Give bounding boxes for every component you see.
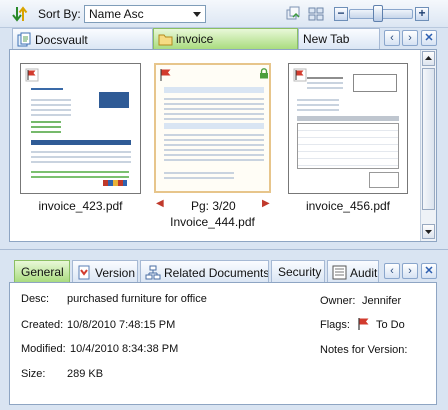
- page-preview-text: [307, 74, 343, 92]
- page-preview-box: [353, 74, 397, 92]
- document-details-pane: Desc: purchased furniture for office Cre…: [9, 282, 437, 405]
- thumbnail-view-icon[interactable]: [284, 5, 302, 23]
- tab-label: Related Documents: [164, 266, 269, 280]
- zoom-slider-handle[interactable]: [373, 5, 384, 22]
- next-page-button[interactable]: ▶: [262, 198, 270, 209]
- desc-label: Desc:: [21, 293, 50, 305]
- thumbnail-caption: invoice_423.pdf: [38, 199, 123, 213]
- pdf-flag-icon: [158, 68, 174, 85]
- tab-new[interactable]: New Tab: [298, 28, 380, 49]
- close-panel-button[interactable]: ✕: [421, 263, 437, 279]
- owner-value: Jennifer: [362, 295, 402, 307]
- tab-label: invoice: [176, 32, 214, 46]
- page-preview-block: [99, 92, 129, 108]
- tab-scroll-right-button[interactable]: ›: [402, 30, 418, 46]
- modified-value: 10/4/2010 8:34:38 PM: [70, 343, 179, 355]
- sort-order-icon[interactable]: [11, 5, 29, 23]
- payment-logos: [103, 180, 127, 186]
- tab-invoice[interactable]: invoice: [153, 28, 298, 49]
- modified-label: Modified:: [21, 343, 66, 355]
- lock-icon: [259, 68, 269, 82]
- page-preview-header: [164, 123, 264, 129]
- thumbnail-invoice-423[interactable]: [20, 63, 141, 194]
- related-documents-icon: [145, 265, 161, 282]
- scroll-up-button[interactable]: [422, 51, 435, 66]
- sort-by-select[interactable]: Name Asc: [84, 5, 206, 23]
- thumbnail-caption: Invoice_444.pdf: [170, 215, 255, 229]
- tab-docsvault[interactable]: Docsvault: [12, 28, 153, 49]
- tab-version[interactable]: Version: [72, 260, 138, 282]
- scroll-down-button[interactable]: [422, 224, 435, 239]
- page-preview-text: [31, 148, 131, 166]
- page-preview-line: [31, 88, 63, 90]
- docsvault-icon: [17, 32, 32, 49]
- folder-icon: [158, 33, 173, 49]
- tab-label: New Tab: [303, 32, 350, 46]
- thumbnail-pane: invoice_423.pdf ◀ Pg: 3/20 ▶ Invoice_444…: [9, 49, 437, 242]
- tab-related-documents[interactable]: Related Documents: [140, 260, 269, 282]
- created-value: 10/8/2010 7:48:15 PM: [67, 319, 176, 331]
- flags-value: To Do: [376, 319, 405, 331]
- page-preview-text: [164, 131, 264, 164]
- grid-view-icon[interactable]: [307, 5, 325, 23]
- owner-label: Owner:: [320, 295, 356, 307]
- tab-label: General: [21, 265, 64, 279]
- notes-for-version-label: Notes for Version:: [320, 344, 408, 356]
- page-preview-header: [31, 140, 131, 145]
- audit-icon: [332, 265, 347, 282]
- page-preview-text: [297, 96, 339, 114]
- page-preview-header: [297, 116, 399, 121]
- sort-by-label: Sort By:: [38, 7, 81, 21]
- tab-label: Security: [278, 265, 322, 279]
- version-icon: [77, 265, 92, 282]
- page-preview-text: [31, 118, 61, 136]
- page-preview-text: [164, 95, 264, 123]
- prop-tab-scroll-right-button[interactable]: ›: [402, 263, 418, 279]
- flag-icon: [357, 317, 372, 334]
- thumbnail-invoice-444[interactable]: [154, 63, 271, 193]
- zoom-in-button[interactable]: +: [415, 7, 429, 21]
- page-preview-text: [31, 96, 71, 119]
- tab-label: Audit: [350, 266, 378, 280]
- pdf-flag-icon: [25, 68, 39, 85]
- page-indicator: Pg: 3/20: [191, 199, 236, 213]
- previous-page-button[interactable]: ◀: [156, 198, 164, 209]
- toolbar: Sort By: Name Asc − +: [0, 0, 448, 28]
- tab-security[interactable]: Security: [271, 260, 325, 282]
- close-tab-button[interactable]: ✕: [421, 30, 437, 46]
- pane-splitter[interactable]: [0, 245, 448, 255]
- page-preview-text: [164, 169, 234, 182]
- size-value: 289 KB: [67, 368, 104, 380]
- tab-label: Version: [95, 266, 136, 280]
- pdf-flag-icon: [293, 68, 307, 85]
- thumbnail-caption: invoice_456.pdf: [305, 199, 391, 213]
- chevron-down-icon: [193, 12, 201, 17]
- desc-value: purchased furniture for office: [67, 293, 207, 305]
- created-label: Created:: [21, 319, 64, 331]
- flags-label: Flags:: [320, 319, 350, 331]
- thumbnail-invoice-456[interactable]: [288, 63, 408, 194]
- prop-tab-scroll-left-button[interactable]: ‹: [384, 263, 400, 279]
- size-label: Size:: [21, 368, 46, 380]
- tab-general[interactable]: General: [14, 260, 70, 282]
- page-preview-header: [164, 87, 264, 93]
- zoom-out-button[interactable]: −: [334, 7, 348, 21]
- thumbnail-scrollbar[interactable]: [420, 50, 436, 241]
- sort-by-value: Name Asc: [89, 7, 144, 21]
- tab-label: Docsvault: [35, 33, 88, 47]
- scrollbar-thumb[interactable]: [422, 68, 435, 210]
- tab-audit[interactable]: Audit: [327, 260, 379, 282]
- page-preview-table: [297, 123, 399, 169]
- page-preview-totals: [369, 172, 399, 188]
- tab-scroll-left-button[interactable]: ‹: [384, 30, 400, 46]
